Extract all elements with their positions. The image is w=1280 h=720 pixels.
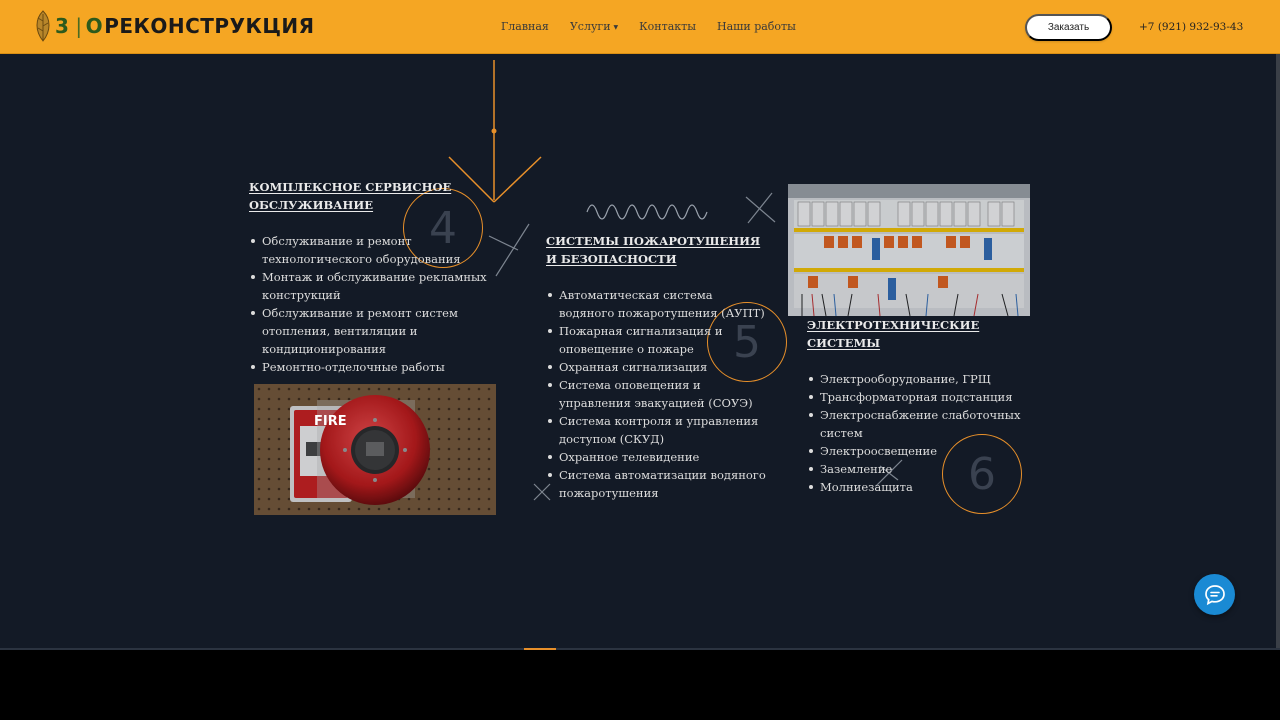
list-item: Охранное телевидение	[546, 448, 768, 466]
bottom-bar	[0, 650, 1280, 720]
electrical-panel-photo	[788, 184, 1030, 316]
section-service: КОМПЛЕКСНОЕ СЕРВИСНОЕ ОБСЛУЖИВАНИЕ Обслу…	[249, 178, 489, 376]
list-item: Электроосвещение	[807, 442, 1027, 460]
list-item: Молниезащита	[807, 478, 1027, 496]
list-item: Заземление	[807, 460, 1027, 478]
list-item: Пожарная сигнализация и оповещение о пож…	[546, 322, 768, 358]
list-item: Монтаж и обслуживание рекламных конструк…	[249, 268, 489, 304]
list-item: Система автоматизации водяного пожаротуш…	[546, 466, 768, 502]
list-item: Обслуживание и ремонт систем отопления, …	[249, 304, 489, 358]
list-item: Трансформаторная подстанция	[807, 388, 1027, 406]
list-item: Электрооборудование, ГРЩ	[807, 370, 1027, 388]
list-item: Система контроля и управления доступом (…	[546, 412, 768, 448]
section-list: Автоматическая система водяного пожароту…	[546, 286, 768, 502]
section-list: Электрооборудование, ГРЩ Трансформаторна…	[807, 370, 1027, 496]
section-electrical: ЭЛЕКТРОТЕХНИЧЕСКИЕ СИСТЕМЫ Электрооборуд…	[807, 316, 1027, 496]
section-fire-safety: СИСТЕМЫ ПОЖАРОТУШЕНИЯ И БЕЗОПАСНОСТИ Авт…	[546, 232, 768, 502]
section-title: СИСТЕМЫ ПОЖАРОТУШЕНИЯ И БЕЗОПАСНОСТИ	[546, 234, 761, 266]
list-item: Охранная сигнализация	[546, 358, 768, 376]
list-item: Ремонтно-отделочные работы	[249, 358, 489, 376]
list-item: Система оповещения и управления эвакуаци…	[546, 376, 768, 412]
chat-button[interactable]	[1194, 574, 1235, 615]
electrical-panel-image	[788, 184, 1030, 316]
list-item: Обслуживание и ремонт технологического о…	[249, 232, 489, 268]
fire-alarm-image	[254, 384, 496, 515]
fire-label: FIRE	[314, 414, 347, 429]
chat-bubble-icon	[1204, 584, 1225, 605]
page-body: 3 | OРЕКОНСТРУКЦИЯ Главная Услуги ▼ Контакт…	[0, 0, 1280, 650]
list-item: Электроснабжение слаботочных систем	[807, 406, 1027, 442]
section-title: ЭЛЕКТРОТЕХНИЧЕСКИЕ СИСТЕМЫ	[807, 318, 980, 350]
scrollbar-track[interactable]	[1276, 54, 1280, 650]
list-item: Автоматическая система водяного пожароту…	[546, 286, 768, 322]
section-list: Обслуживание и ремонт технологического о…	[249, 232, 489, 376]
fire-alarm-photo: FIRE	[254, 384, 496, 515]
section-title: КОМПЛЕКСНОЕ СЕРВИСНОЕ ОБСЛУЖИВАНИЕ	[249, 180, 452, 212]
